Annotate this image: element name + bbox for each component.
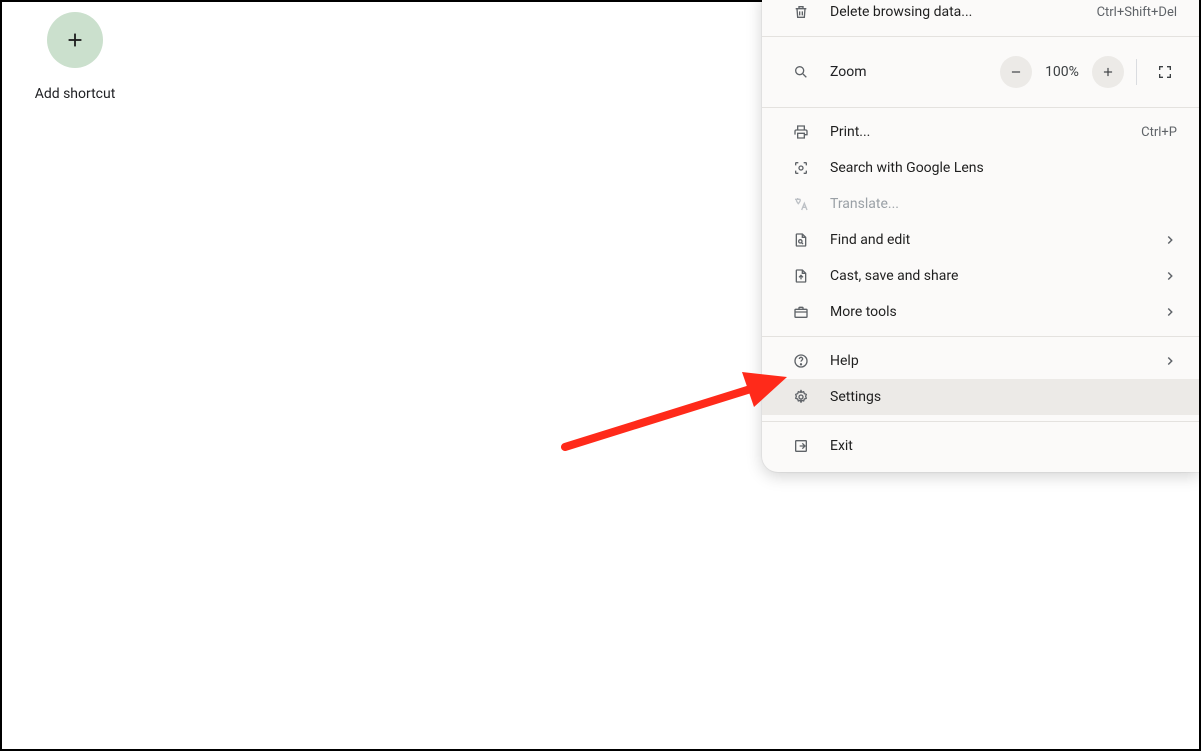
chevron-right-icon	[1163, 233, 1177, 247]
lens-icon	[792, 159, 810, 177]
trash-icon	[792, 3, 810, 21]
browser-menu: Delete browsing data... Ctrl+Shift+Del Z…	[762, 0, 1199, 472]
menu-item-cast-save-share[interactable]: Cast, save and share	[762, 258, 1199, 294]
divider	[1136, 59, 1137, 85]
zoom-in-button[interactable]	[1092, 56, 1124, 88]
menu-item-print[interactable]: Print... Ctrl+P	[762, 114, 1199, 150]
exit-icon	[792, 437, 810, 455]
zoom-value: 100%	[1040, 64, 1084, 80]
menu-item-settings[interactable]: Settings	[762, 379, 1199, 415]
zoom-out-button[interactable]	[1000, 56, 1032, 88]
menu-separator	[762, 36, 1199, 37]
cast-icon	[792, 267, 810, 285]
annotation-arrow	[557, 362, 797, 462]
chevron-right-icon	[1163, 354, 1177, 368]
add-shortcut-label: Add shortcut	[30, 86, 120, 102]
chevron-right-icon	[1163, 269, 1177, 283]
menu-label: Search with Google Lens	[830, 160, 1177, 176]
menu-item-zoom: Zoom 100%	[762, 43, 1199, 101]
menu-label: Find and edit	[830, 232, 1143, 248]
fullscreen-button[interactable]	[1149, 56, 1181, 88]
menu-item-google-lens[interactable]: Search with Google Lens	[762, 150, 1199, 186]
menu-label: Delete browsing data...	[830, 4, 1077, 20]
menu-item-help[interactable]: Help	[762, 343, 1199, 379]
find-document-icon	[792, 231, 810, 249]
zoom-controls: 100%	[1000, 56, 1181, 88]
gear-icon	[792, 388, 810, 406]
translate-icon	[792, 195, 810, 213]
menu-separator	[762, 421, 1199, 422]
plus-icon	[64, 29, 86, 51]
menu-item-find-edit[interactable]: Find and edit	[762, 222, 1199, 258]
menu-shortcut: Ctrl+P	[1141, 125, 1177, 140]
add-shortcut-button[interactable]	[47, 12, 103, 68]
toolbox-icon	[792, 303, 810, 321]
menu-item-more-tools[interactable]: More tools	[762, 294, 1199, 330]
menu-label: Print...	[830, 124, 1121, 140]
menu-item-delete-browsing-data[interactable]: Delete browsing data... Ctrl+Shift+Del	[762, 0, 1199, 30]
printer-icon	[792, 123, 810, 141]
menu-shortcut: Ctrl+Shift+Del	[1097, 5, 1177, 20]
fullscreen-icon	[1157, 64, 1173, 80]
plus-icon	[1101, 65, 1115, 79]
menu-label: More tools	[830, 304, 1143, 320]
menu-separator	[762, 107, 1199, 108]
menu-separator	[762, 336, 1199, 337]
menu-label: Help	[830, 353, 1143, 369]
menu-item-translate: Translate...	[762, 186, 1199, 222]
minus-icon	[1009, 65, 1023, 79]
chevron-right-icon	[1163, 305, 1177, 319]
add-shortcut-tile[interactable]: Add shortcut	[30, 12, 120, 102]
magnifier-icon	[792, 63, 810, 81]
zoom-label: Zoom	[830, 64, 980, 80]
menu-label: Translate...	[830, 196, 1177, 212]
menu-item-exit[interactable]: Exit	[762, 428, 1199, 464]
menu-label: Cast, save and share	[830, 268, 1143, 284]
menu-label: Exit	[830, 438, 1177, 454]
menu-label: Settings	[830, 389, 1177, 405]
help-icon	[792, 352, 810, 370]
